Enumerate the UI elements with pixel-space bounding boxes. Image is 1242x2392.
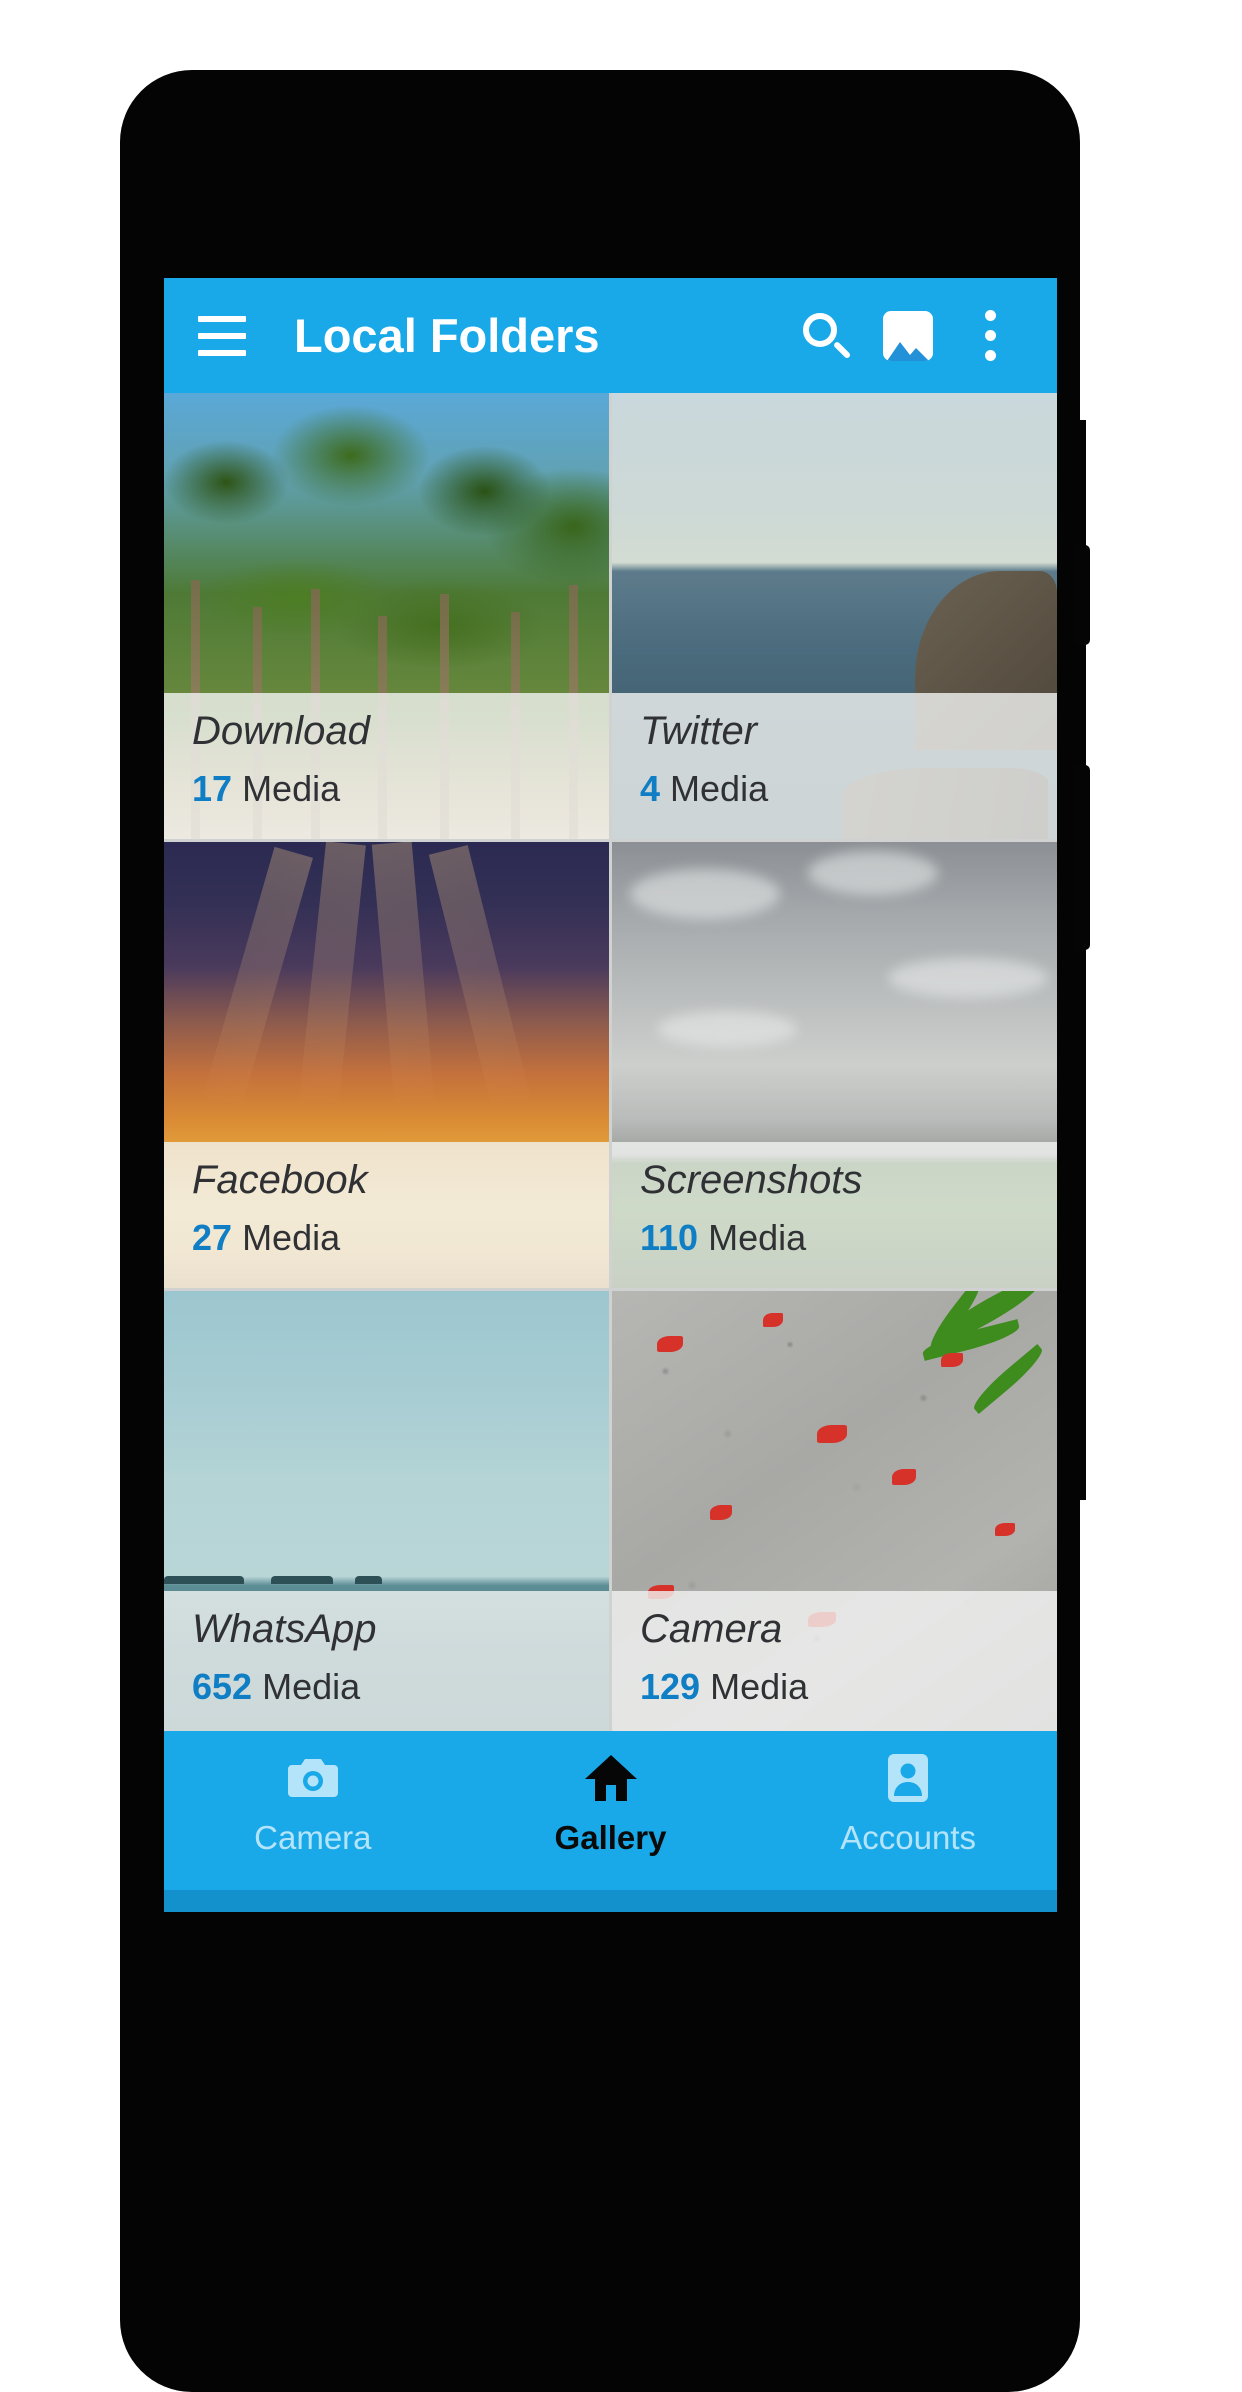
gallery-view-button[interactable] bbox=[867, 295, 949, 377]
folder-label: Twitter 4 Media bbox=[640, 709, 1043, 810]
nav-bottom-strip bbox=[164, 1890, 1057, 1912]
folder-name: Screenshots bbox=[640, 1158, 863, 1202]
folder-tile-whatsapp[interactable]: WhatsApp 652 Media bbox=[164, 1291, 609, 1737]
folder-name: WhatsApp bbox=[192, 1607, 377, 1651]
folder-count-value: 17 bbox=[192, 767, 233, 809]
app-bar: Local Folders bbox=[164, 278, 1057, 393]
folder-count-unit: Media bbox=[262, 1665, 361, 1707]
folder-count: 27 Media bbox=[192, 1217, 595, 1259]
nav-tab-accounts[interactable]: Accounts bbox=[759, 1731, 1057, 1912]
folder-label: Facebook 27 Media bbox=[192, 1158, 595, 1259]
folder-tile-screenshots[interactable]: Screenshots 110 Media bbox=[612, 842, 1057, 1288]
folder-count-value: 4 bbox=[640, 767, 661, 809]
nav-tab-label: Gallery bbox=[554, 1819, 667, 1856]
folder-tile-twitter[interactable]: Twitter 4 Media bbox=[612, 393, 1057, 839]
folder-count-value: 129 bbox=[640, 1665, 701, 1707]
nav-tab-gallery[interactable]: Gallery bbox=[462, 1731, 760, 1912]
folder-name: Twitter bbox=[640, 709, 758, 753]
folder-count: 652 Media bbox=[192, 1666, 595, 1708]
nav-tab-label: Accounts bbox=[840, 1819, 977, 1856]
image-icon bbox=[883, 310, 933, 361]
search-icon bbox=[803, 312, 852, 359]
folder-count-unit: Media bbox=[708, 1216, 807, 1258]
folder-count-value: 27 bbox=[192, 1216, 233, 1258]
phone-screen: Local Folders Download 17 Media Twitter … bbox=[164, 278, 1057, 1912]
folder-count: 110 Media bbox=[640, 1217, 1043, 1259]
folder-count-unit: Media bbox=[670, 767, 769, 809]
folder-label: Download 17 Media bbox=[192, 709, 595, 810]
folder-name: Download bbox=[192, 709, 370, 753]
folder-tile-camera[interactable]: Camera 129 Media bbox=[612, 1291, 1057, 1737]
folder-count-unit: Media bbox=[242, 767, 341, 809]
more-vertical-icon bbox=[984, 310, 996, 361]
contact-icon bbox=[886, 1749, 930, 1807]
power-button[interactable] bbox=[1074, 765, 1090, 950]
bottom-navigation-bar: Camera Gallery Accounts bbox=[164, 1731, 1057, 1912]
folder-tile-facebook[interactable]: Facebook 27 Media bbox=[164, 842, 609, 1288]
folder-count-value: 110 bbox=[640, 1216, 699, 1258]
nav-tab-camera[interactable]: Camera bbox=[164, 1731, 462, 1912]
folder-count: 17 Media bbox=[192, 768, 595, 810]
camera-icon bbox=[286, 1749, 340, 1807]
folder-count-unit: Media bbox=[710, 1665, 809, 1707]
folder-grid: Download 17 Media Twitter 4 Media Facebo… bbox=[164, 393, 1057, 1737]
nav-tab-label: Camera bbox=[254, 1819, 372, 1856]
volume-button[interactable] bbox=[1074, 545, 1090, 645]
folder-count-unit: Media bbox=[242, 1216, 341, 1258]
folder-label: WhatsApp 652 Media bbox=[192, 1607, 595, 1708]
folder-count-value: 652 bbox=[192, 1665, 253, 1707]
folder-count: 4 Media bbox=[640, 768, 1043, 810]
folder-count: 129 Media bbox=[640, 1666, 1043, 1708]
page-title: Local Folders bbox=[294, 309, 600, 362]
folder-name: Camera bbox=[640, 1607, 783, 1651]
search-button[interactable] bbox=[785, 295, 867, 377]
folder-label: Screenshots 110 Media bbox=[640, 1158, 1043, 1259]
hamburger-menu-icon[interactable] bbox=[190, 304, 254, 368]
home-icon bbox=[583, 1749, 639, 1807]
folder-label: Camera 129 Media bbox=[640, 1607, 1043, 1708]
folder-tile-download[interactable]: Download 17 Media bbox=[164, 393, 609, 839]
folder-name: Facebook bbox=[192, 1158, 368, 1202]
overflow-menu-button[interactable] bbox=[949, 295, 1031, 377]
